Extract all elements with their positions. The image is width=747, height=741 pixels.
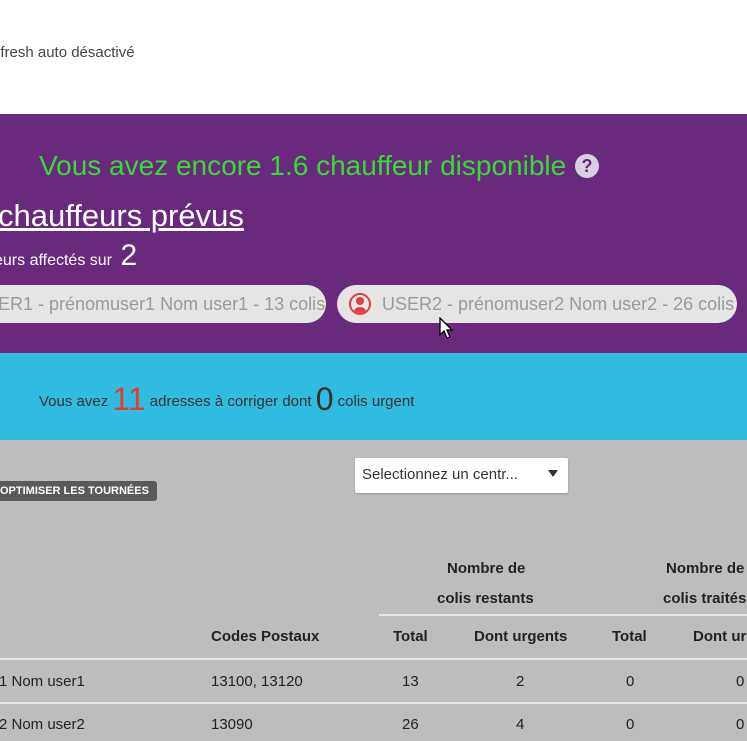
driver-chip-user1[interactable]: ER1 - prénomuser1 Nom user1 - 13 colis — [0, 285, 326, 323]
postal-codes: 13090 — [211, 716, 253, 733]
optimize-routes-button[interactable]: OPTIMISER LES TOURNÉES — [0, 481, 157, 501]
group-header-remaining-line2: colis restants — [437, 590, 534, 607]
user-icon — [349, 293, 371, 315]
remaining-urgent: 2 — [516, 673, 525, 690]
row-divider — [0, 702, 747, 704]
alert-prefix: Vous avez — [39, 393, 109, 410]
group-header-remaining-line1: Nombre de — [447, 560, 526, 577]
center-select-value: Selectionnez un centr... — [362, 466, 518, 483]
driver-name: r2 Nom user2 — [0, 716, 85, 733]
driver-chip-label: ER1 - prénomuser1 Nom user1 - 13 colis — [0, 294, 326, 314]
processed-total: 0 — [626, 716, 635, 733]
col-header-remaining-urgent: Dont urgents — [474, 628, 568, 645]
assigned-text: eurs affectés sur — [0, 252, 112, 269]
col-header-processed-urgent: Dont ur — [693, 628, 747, 645]
center-select[interactable]: Selectionnez un centr... — [355, 458, 568, 493]
drivers-banner: Vous avez encore 1.6 chauffeur disponibl… — [0, 114, 747, 353]
group-header-processed-line2: colis traités — [663, 590, 747, 607]
group-header-processed-line1: Nombre de — [666, 560, 745, 577]
urgent-count: 0 — [315, 381, 334, 417]
mouse-pointer-icon — [439, 317, 454, 339]
assigned-drivers-count: eurs affectés sur 2 — [0, 239, 137, 273]
refresh-status: efresh auto désactivé — [0, 44, 135, 61]
remaining-total: 26 — [402, 716, 419, 733]
alert-suffix: colis urgent — [337, 393, 415, 410]
driver-chip-label: USER2 - prénomuser2 Nom user2 - 26 colis — [382, 294, 735, 314]
col-header-postal-codes: Codes Postaux — [211, 628, 320, 645]
processed-urgent: 0 — [736, 716, 745, 733]
remaining-urgent: 4 — [516, 716, 525, 733]
processed-total: 0 — [626, 673, 635, 690]
routes-panel: OPTIMISER LES TOURNÉES Selectionnez un c… — [0, 440, 747, 741]
col-header-processed-total: Total — [612, 628, 647, 645]
header-divider — [0, 658, 747, 660]
alert-middle: adresses à corriger dont — [149, 393, 312, 410]
group-divider — [379, 614, 747, 616]
postal-codes: 13100, 13120 — [211, 673, 303, 690]
help-icon[interactable]: ? — [575, 154, 599, 178]
driver-chip-user2[interactable]: USER2 - prénomuser2 Nom user2 - 26 colis — [337, 285, 737, 323]
processed-urgent: 0 — [736, 673, 745, 690]
addresses-count: 11 — [112, 381, 146, 417]
planned-drivers-link[interactable]: chauffeurs prévus — [0, 198, 244, 234]
addresses-alert: Vous avez 11 adresses à corriger dont 0 … — [0, 353, 747, 440]
available-drivers-headline: Vous avez encore 1.6 chauffeur disponibl… — [39, 150, 567, 181]
remaining-total: 13 — [402, 673, 419, 690]
col-header-remaining-total: Total — [393, 628, 428, 645]
assigned-total: 2 — [120, 239, 138, 272]
caret-down-icon — [548, 470, 558, 477]
driver-name: r1 Nom user1 — [0, 673, 85, 690]
